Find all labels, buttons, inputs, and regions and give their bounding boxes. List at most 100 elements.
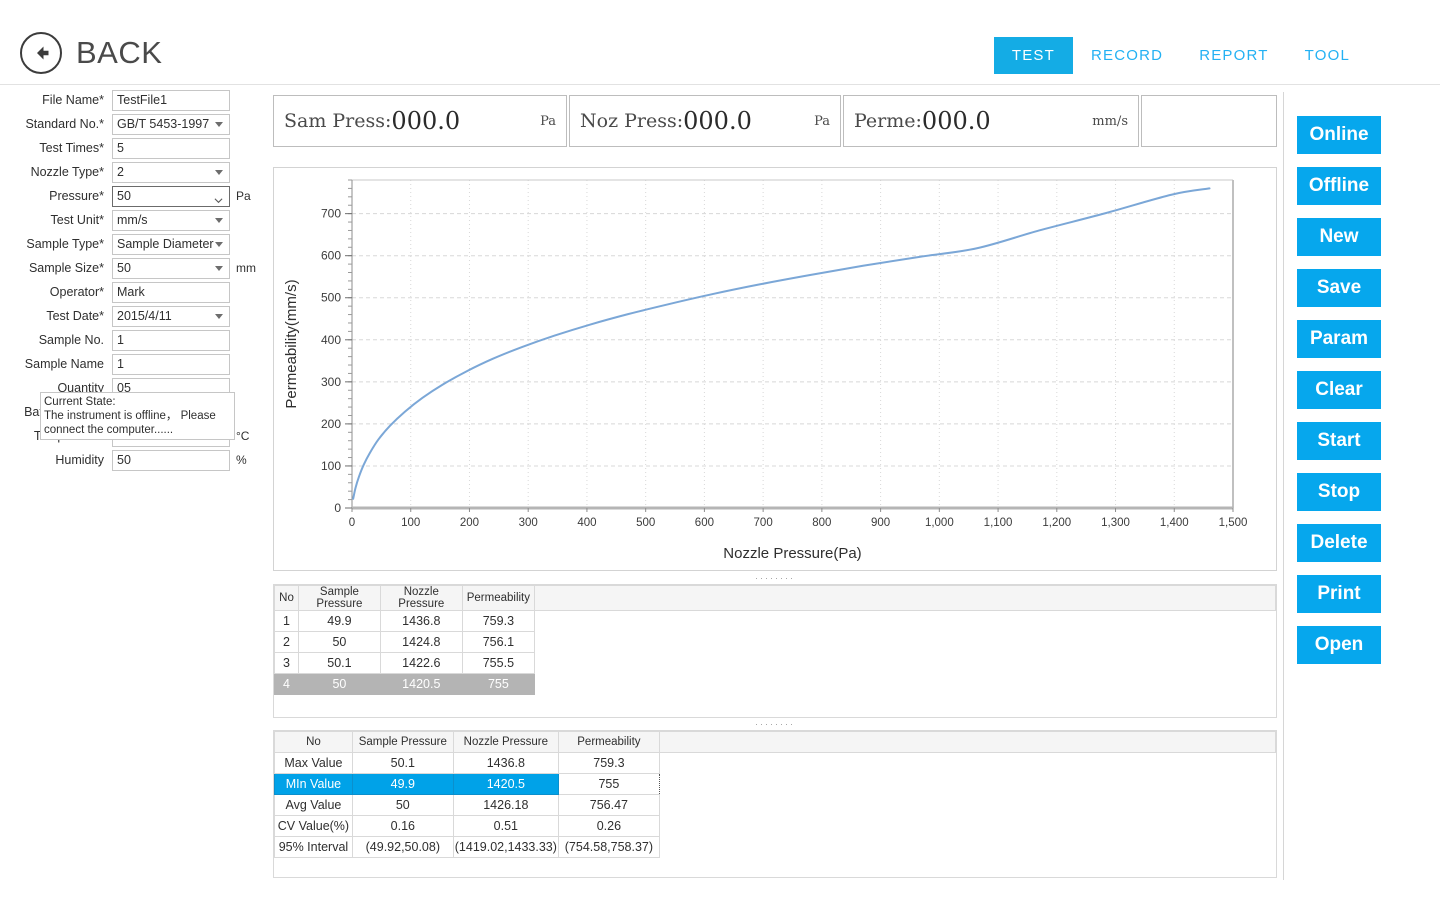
table-row[interactable]: 4 50 1420.5 755 [274, 673, 1276, 695]
y-tick-label: 200 [321, 417, 341, 431]
cell-permeability: 759.3 [461, 610, 536, 632]
tab-record[interactable]: RECORD [1073, 37, 1181, 74]
field-value: 2015/4/11 [117, 309, 172, 323]
splitter-chart-data[interactable]: ········ [273, 572, 1277, 584]
stop-button[interactable]: Stop [1297, 473, 1381, 511]
text-input[interactable]: 1 [112, 329, 230, 351]
text-input[interactable]: TestFile1 [112, 89, 230, 111]
chevron-down-icon[interactable] [215, 242, 223, 247]
text-input[interactable]: 5 [112, 137, 230, 159]
select-input[interactable]: mm/s [112, 209, 230, 231]
main-nav: TEST RECORD REPORT TOOL [993, 37, 1368, 74]
tab-test[interactable]: TEST [993, 37, 1073, 74]
cell-spacer [659, 752, 1276, 774]
table-row[interactable]: MIn Value 49.9 1420.5 755 [274, 773, 1276, 795]
table-row[interactable]: Max Value 50.1 1436.8 759.3 [274, 752, 1276, 774]
table-row[interactable]: CV Value(%) 0.16 0.51 0.26 [274, 815, 1276, 837]
select-input[interactable]: Sample Diameter [112, 233, 230, 255]
cell-nozzle-pressure: (1419.02,1433.33) [452, 836, 559, 858]
select-input[interactable]: 2015/4/11 [112, 305, 230, 327]
x-tick-label: 200 [460, 517, 479, 529]
cell-sample-pressure: 49.9 [297, 610, 381, 632]
delete-button[interactable]: Delete [1297, 524, 1381, 562]
select-input[interactable]: 50 [112, 185, 230, 207]
cell-no: 2 [274, 631, 299, 653]
field-value: Sample Diameter [117, 237, 214, 251]
back-label: BACK [76, 35, 163, 70]
x-tick-label: 600 [695, 517, 714, 529]
table-row[interactable]: 2 50 1424.8 756.1 [274, 631, 1276, 653]
column-header[interactable]: Nozzle Pressure [379, 585, 463, 611]
chevron-down-icon[interactable] [215, 266, 223, 271]
print-button[interactable]: Print [1297, 575, 1381, 613]
offline-button[interactable]: Offline [1297, 167, 1381, 205]
column-header[interactable]: Nozzle Pressure [452, 731, 559, 753]
chevron-down-icon[interactable] [215, 170, 223, 175]
cell-nozzle-pressure: 1436.8 [452, 752, 559, 774]
form-row: Sample Size* 50 mm [0, 256, 262, 280]
table-row[interactable]: Avg Value 50 1426.18 756.47 [274, 794, 1276, 816]
x-tick-label: 1,100 [984, 517, 1013, 529]
param-button[interactable]: Param [1297, 320, 1381, 358]
row-label: Avg Value [274, 794, 353, 816]
cell-spacer [534, 673, 1276, 695]
table-header-row: No Sample Pressure Nozzle Pressure Permeabi… [274, 585, 1276, 611]
current-state-box: Current State: The instrument is offline… [40, 392, 235, 440]
splitter-data-stats[interactable]: ········ [273, 718, 1277, 730]
table-row[interactable]: 3 50.1 1422.6 755.5 [274, 652, 1276, 674]
arrow-left-circle-icon [20, 32, 62, 74]
y-tick-label: 600 [321, 249, 341, 263]
column-header[interactable]: Permeability [461, 585, 536, 611]
select-input[interactable]: 50 [112, 257, 230, 279]
open-button[interactable]: Open [1297, 626, 1381, 664]
clear-button[interactable]: Clear [1297, 371, 1381, 409]
table-header-row: No Sample Pressure Nozzle Pressure Permeabi… [274, 731, 1277, 753]
cell-permeability: 756.47 [557, 794, 660, 816]
x-tick-label: 1,000 [925, 517, 954, 529]
cell-sample-pressure: 50 [297, 631, 381, 653]
x-tick-label: 0 [349, 517, 355, 529]
form-row: Test Date* 2015/4/11 [0, 304, 262, 328]
state-line-3: connect the computer...... [44, 424, 174, 436]
x-tick-label: 800 [812, 517, 831, 529]
chevron-down-icon[interactable] [215, 122, 223, 127]
state-line-1: Current State: [44, 396, 116, 408]
online-button[interactable]: Online [1297, 116, 1381, 154]
start-button[interactable]: Start [1297, 422, 1381, 460]
text-input[interactable]: Mark [112, 281, 230, 303]
cell-no: 4 [274, 673, 299, 695]
chevron-down-icon[interactable] [215, 314, 223, 319]
table-row[interactable]: 95% Interval (49.92,50.08) (1419.02,1433.3… [274, 836, 1276, 858]
select-input[interactable]: 2 [112, 161, 230, 183]
cell-permeability: 0.26 [557, 815, 660, 837]
app-header: BACK TEST RECORD REPORT TOOL [0, 0, 1440, 85]
chevron-down-icon[interactable] [215, 218, 223, 223]
field-label: Test Times* [39, 141, 104, 155]
column-header[interactable]: Sample Pressure [351, 731, 454, 753]
column-header[interactable]: No [274, 585, 299, 611]
readout-value: 000.0 [921, 107, 991, 135]
x-tick-label: 500 [636, 517, 655, 529]
column-header[interactable]: No [274, 731, 353, 753]
table-row[interactable]: 1 49.9 1436.8 759.3 [274, 610, 1276, 632]
tab-tool[interactable]: TOOL [1287, 37, 1368, 74]
cell-spacer [534, 610, 1276, 632]
back-button[interactable]: BACK [20, 32, 162, 74]
tab-report[interactable]: REPORT [1181, 37, 1286, 74]
field-label: Sample Size* [28, 261, 104, 275]
permeability-chart: 0 100 200 300 400 500 600 700 0 100 200 300 400 500 60… [283, 179, 1247, 562]
chevron-down-icon[interactable] [214, 192, 223, 204]
column-header[interactable]: Permeability [557, 731, 660, 753]
form-row: Standard No.* GB/T 5453-1997 [0, 112, 262, 136]
text-input[interactable]: 50 [112, 449, 230, 471]
cell-permeability: 755.5 [461, 652, 536, 674]
statistics-body: Max Value 50.1 1436.8 759.3 MIn Value 49.9 142… [274, 752, 1276, 858]
field-label: Sample Name [24, 357, 104, 371]
save-button[interactable]: Save [1297, 269, 1381, 307]
column-header[interactable]: Sample Pressure [297, 585, 381, 611]
select-input[interactable]: GB/T 5453-1997 [112, 113, 230, 135]
field-unit: Pa [236, 189, 251, 203]
new-button[interactable]: New [1297, 218, 1381, 256]
chart-panel: 0 100 200 300 400 500 600 700 0 100 200 300 400 500 60… [273, 167, 1277, 571]
text-input[interactable]: 1 [112, 353, 230, 375]
